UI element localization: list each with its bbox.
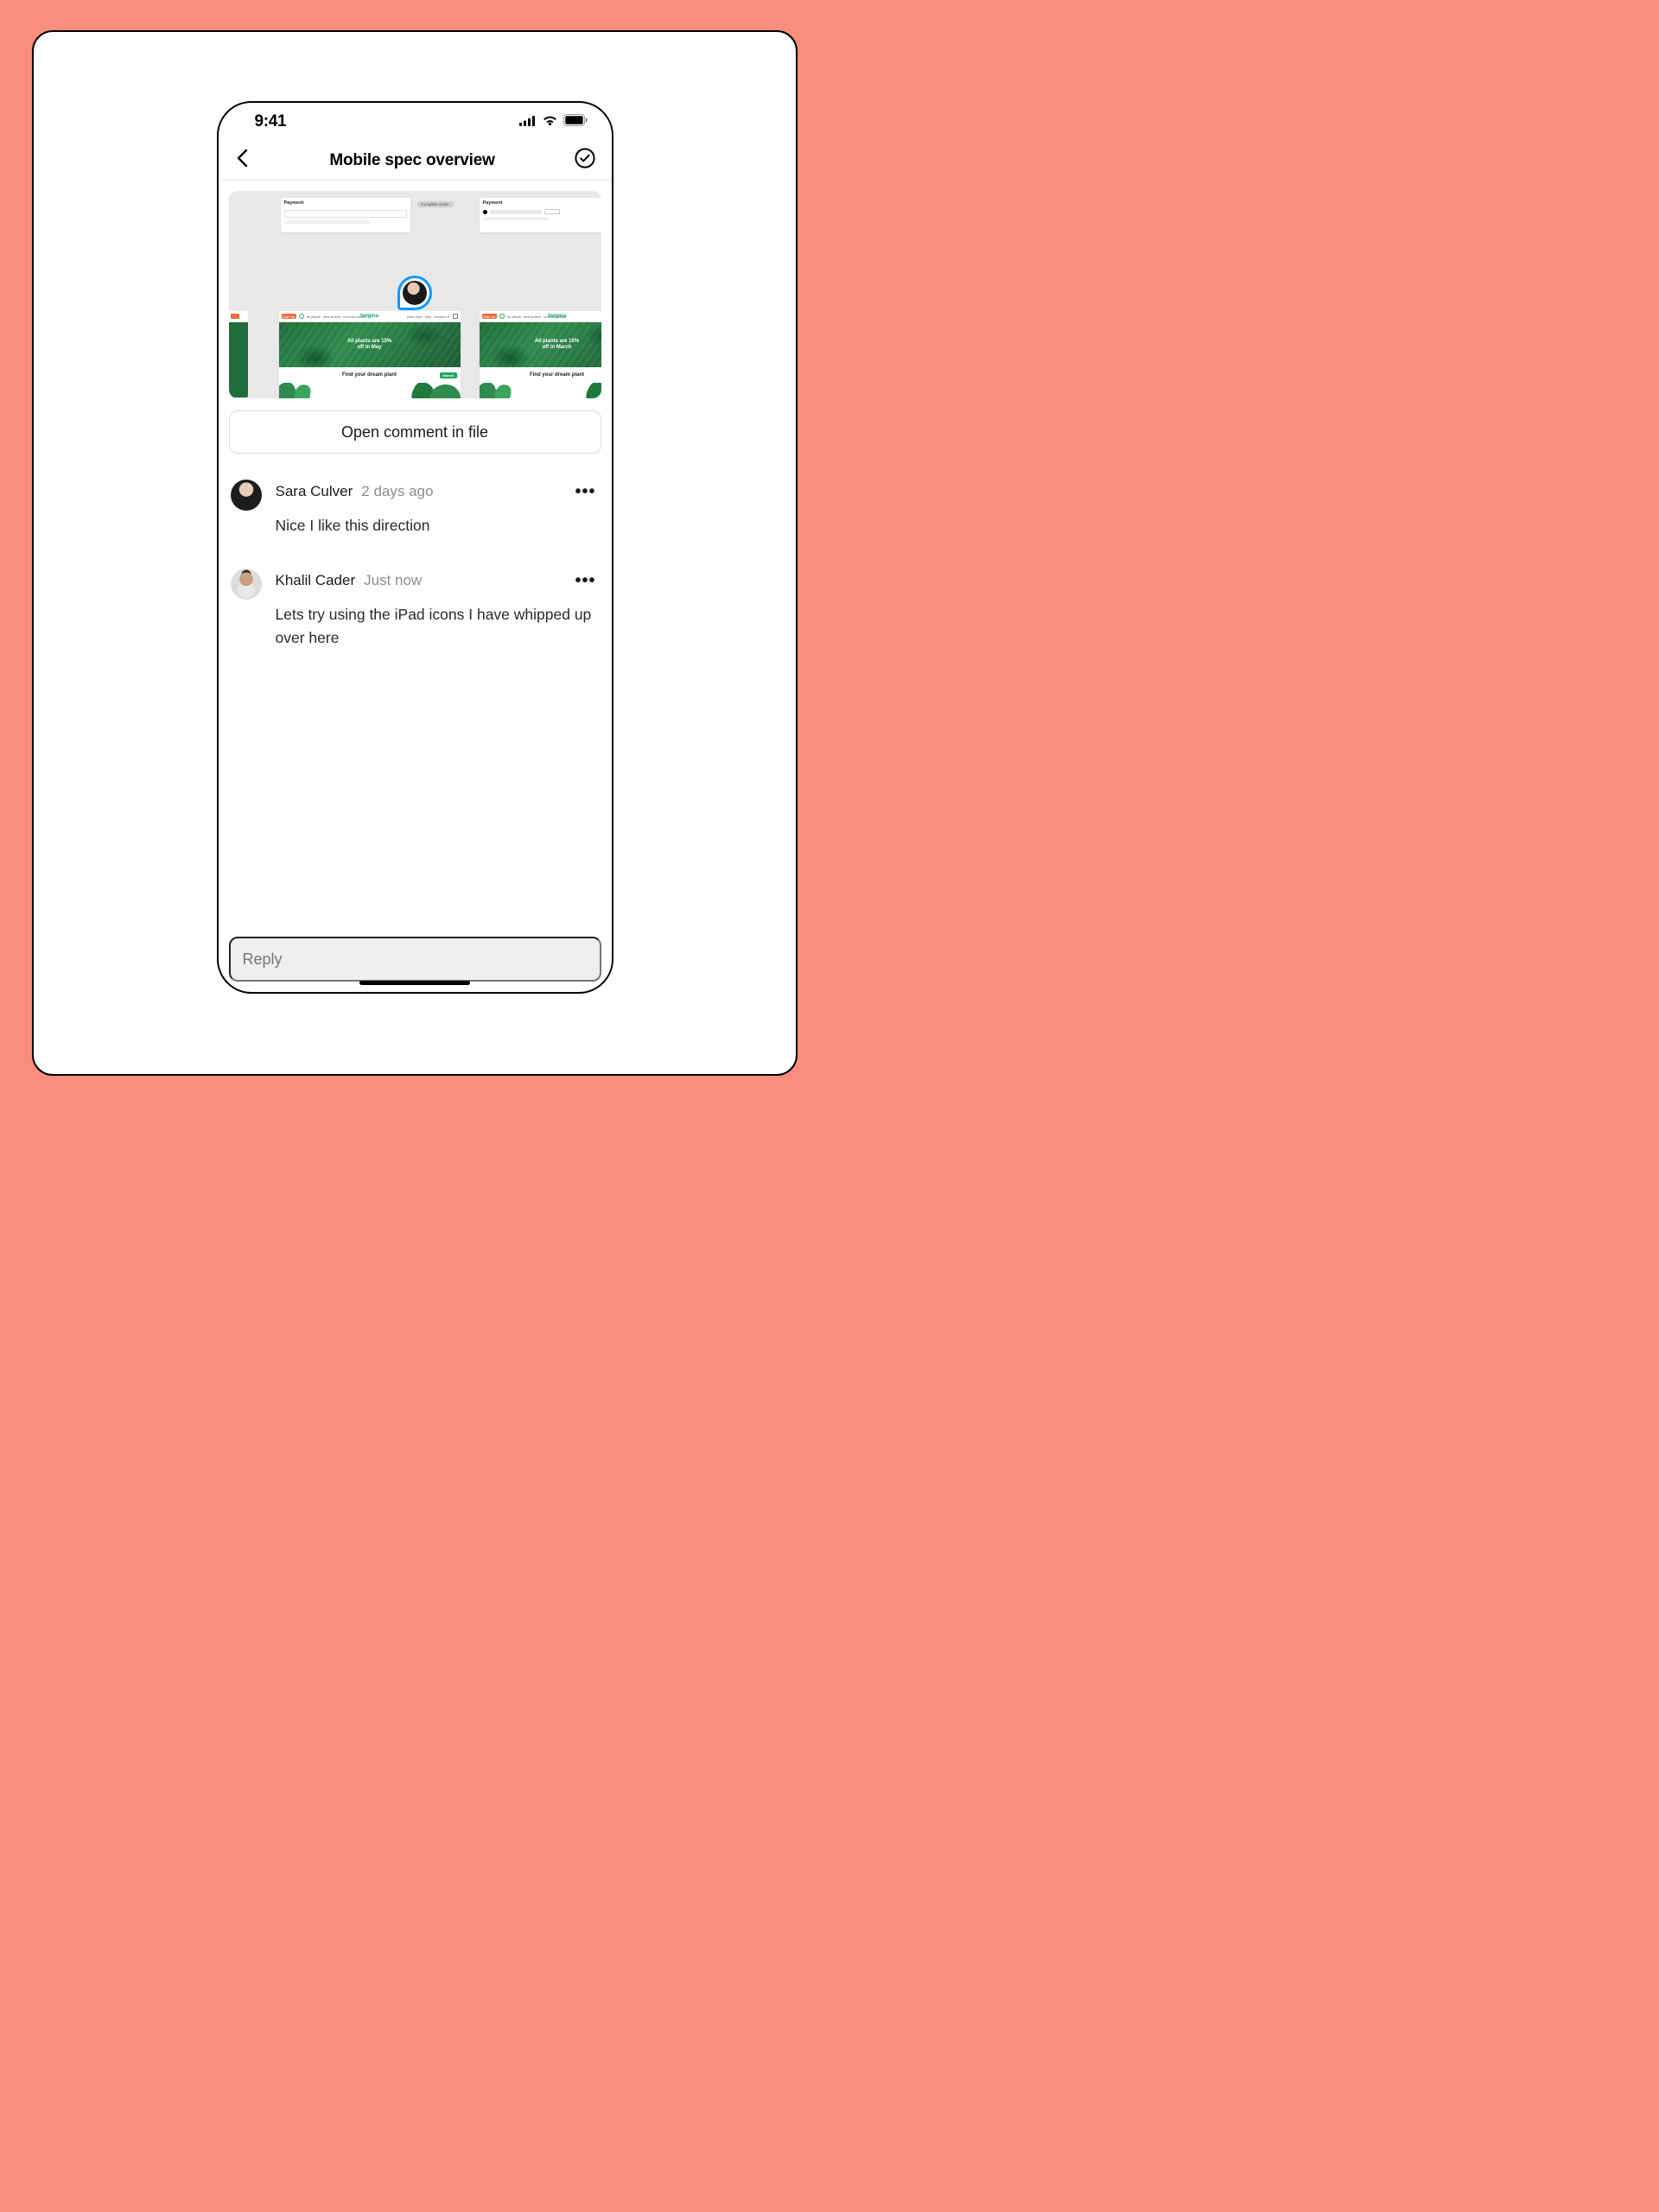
wifi-icon bbox=[542, 112, 558, 131]
check-circle-icon bbox=[575, 148, 595, 168]
mini-site-a: Sign up all plantsbest sellersrecently a… bbox=[279, 311, 461, 398]
mini-brand-b: twigma bbox=[548, 314, 566, 319]
status-right bbox=[519, 112, 588, 131]
nav-bar: Mobile spec overview bbox=[219, 141, 612, 181]
home-indicator[interactable] bbox=[359, 981, 470, 985]
phone-frame: 9:41 Mobile spec overview bbox=[217, 101, 613, 994]
mini-find-b: Find your dream plant bbox=[530, 372, 584, 378]
pin-avatar bbox=[403, 281, 427, 305]
avatar bbox=[231, 480, 262, 511]
mini-complete-label: Complete Order bbox=[417, 201, 454, 207]
resolve-button[interactable] bbox=[571, 144, 599, 176]
comment-text: Nice I like this direction bbox=[276, 514, 600, 537]
mini-find-a: Find your dream plant bbox=[342, 372, 397, 378]
mini-hero-b: All plants are 15% off in March bbox=[535, 339, 579, 351]
comment-more-button[interactable]: ••• bbox=[571, 569, 599, 593]
comment-item: Khalil Cader Just now ••• Lets try using… bbox=[229, 569, 601, 650]
chevron-left-icon bbox=[236, 149, 248, 168]
comment-text: Lets try using the iPad icons I have whi… bbox=[276, 603, 600, 650]
comment-author: Khalil Cader bbox=[276, 572, 356, 589]
outer-card: 9:41 Mobile spec overview bbox=[32, 30, 798, 1076]
avatar bbox=[231, 569, 262, 600]
page-title: Mobile spec overview bbox=[329, 151, 494, 170]
comment-pin[interactable] bbox=[397, 276, 432, 310]
comment-time: Just now bbox=[364, 572, 422, 589]
open-comment-button[interactable]: Open comment in file bbox=[229, 410, 601, 454]
back-button[interactable] bbox=[231, 143, 253, 177]
reply-input[interactable] bbox=[229, 937, 601, 982]
battery-icon bbox=[563, 112, 588, 131]
mini-payment-label: Payment bbox=[284, 200, 304, 206]
content: Payment Complete Order Payment bbox=[219, 181, 612, 992]
mini-left-sliver bbox=[229, 311, 248, 397]
mini-brand-a: twigma bbox=[360, 314, 378, 319]
status-time: 9:41 bbox=[255, 112, 287, 131]
mini-payment-label-2: Payment bbox=[483, 200, 503, 206]
mini-hero-a: All plants are 15% off in May bbox=[347, 339, 391, 351]
status-bar: 9:41 bbox=[219, 103, 612, 141]
mini-site-b: Sign up all plantsbest sellersrecently a… bbox=[480, 311, 601, 398]
cellular-icon bbox=[519, 112, 537, 131]
comment-item: Sara Culver 2 days ago ••• Nice I like t… bbox=[229, 480, 601, 537]
preview-thumbnail[interactable]: Payment Complete Order Payment bbox=[229, 191, 601, 398]
comment-author: Sara Culver bbox=[276, 483, 353, 500]
comment-more-button[interactable]: ••• bbox=[571, 480, 599, 504]
comment-time: 2 days ago bbox=[361, 483, 433, 500]
